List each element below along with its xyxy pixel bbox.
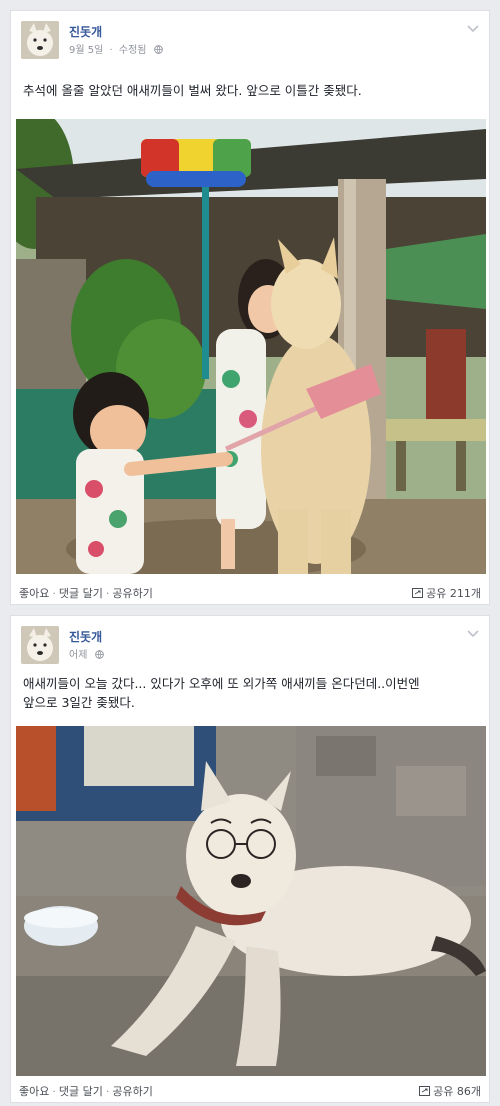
edited-label[interactable]: 수정됨 <box>119 45 147 56</box>
globe-icon <box>153 45 163 54</box>
post-actions: 좋아요 · 댓글 달기 · 공유하기 <box>19 1083 153 1099</box>
chevron-down-icon[interactable] <box>467 630 479 638</box>
author-name[interactable]: 진돗개 <box>69 628 102 645</box>
separator-dot: · <box>52 587 56 600</box>
post-actions: 좋아요 · 댓글 달기 · 공유하기 <box>19 585 153 601</box>
post-text: 애새끼들이 오늘 갔다... 있다가 오후에 또 외가쪽 애새끼들 온다던데..… <box>23 674 477 712</box>
separator-dot: · <box>105 587 110 600</box>
share-icon <box>412 588 424 598</box>
author-name[interactable]: 진돗개 <box>69 23 102 40</box>
post-header: 진돗개 어제 <box>21 626 479 666</box>
share-count[interactable]: 공유 86개 <box>419 1083 481 1099</box>
share-count-label: 공유 86개 <box>433 1085 481 1098</box>
post-photo[interactable] <box>16 726 486 1076</box>
post-text-line: 앞으로 3일간 좆됐다. <box>23 695 135 710</box>
post-date[interactable]: 어제 <box>69 650 87 661</box>
post-meta: 9월 5일 · 수정됨 <box>69 41 163 56</box>
comment-button[interactable]: 댓글 달기 <box>59 587 103 600</box>
post-meta: 어제 <box>69 646 104 661</box>
separator-dot: · <box>105 1085 110 1098</box>
post-header: 진돗개 9월 5일 · 수정됨 <box>21 21 479 61</box>
avatar[interactable] <box>21 626 59 664</box>
share-button[interactable]: 공유하기 <box>112 587 152 600</box>
avatar[interactable] <box>21 21 59 59</box>
comment-button[interactable]: 댓글 달기 <box>59 1085 103 1098</box>
separator-dot: · <box>109 45 113 56</box>
post-card: 진돗개 9월 5일 · 수정됨 추석에 올줄 알았던 애새끼들이 벌써 왔다. … <box>10 10 490 605</box>
post-card: 진돗개 어제 애새끼들이 오늘 갔다... 있다가 오후에 또 외가쪽 애새끼들… <box>10 615 490 1103</box>
like-button[interactable]: 좋아요 <box>19 587 49 600</box>
post-photo[interactable] <box>16 119 486 574</box>
like-button[interactable]: 좋아요 <box>19 1085 49 1098</box>
post-text-line: 애새끼들이 오늘 갔다... 있다가 오후에 또 외가쪽 애새끼들 온다던데..… <box>23 676 420 691</box>
share-icon <box>419 1086 431 1096</box>
post-date[interactable]: 9월 5일 <box>69 45 103 56</box>
separator-dot: · <box>52 1085 56 1098</box>
share-count-label: 공유 211개 <box>426 587 481 600</box>
globe-icon <box>94 650 104 659</box>
chevron-down-icon[interactable] <box>467 25 479 33</box>
share-count[interactable]: 공유 211개 <box>412 585 481 601</box>
post-text: 추석에 올줄 알았던 애새끼들이 벌써 왔다. 앞으로 이틀간 좆됐다. <box>23 83 362 98</box>
share-button[interactable]: 공유하기 <box>112 1085 152 1098</box>
